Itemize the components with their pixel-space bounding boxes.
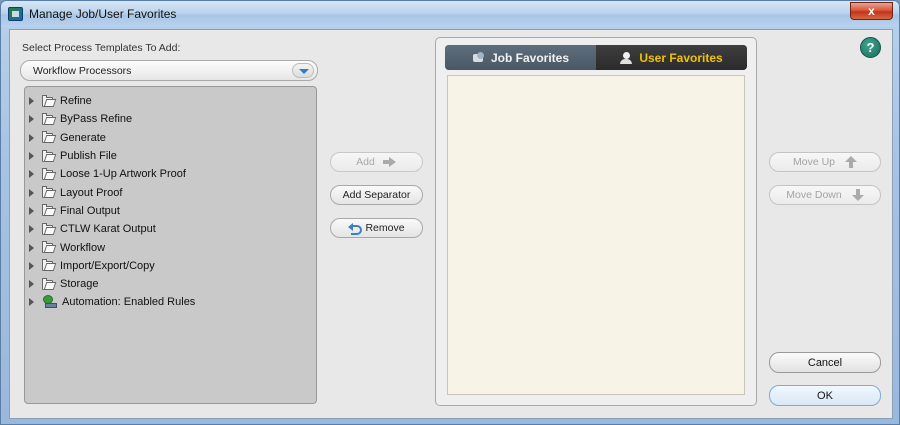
chevron-down-icon[interactable] [292, 63, 314, 78]
app-icon [8, 7, 23, 21]
tree-item-label: Storage [60, 278, 99, 291]
tab-user-favorites[interactable]: User Favorites [596, 45, 747, 70]
expand-arrow-icon[interactable] [29, 225, 34, 234]
move-up-button[interactable]: Move Up [769, 152, 881, 172]
expand-arrow-icon[interactable] [29, 261, 34, 270]
tree-item[interactable]: Import/Export/Copy [25, 257, 316, 275]
folder-icon [42, 259, 57, 272]
ok-label: OK [817, 389, 833, 402]
tree-item[interactable]: Final Output [25, 202, 316, 220]
user-icon [620, 51, 634, 64]
tree-item-label: Workflow [60, 241, 106, 254]
move-down-label: Move Down [786, 189, 842, 201]
arrow-up-icon [845, 156, 857, 168]
tree-item-label: Automation: Enabled Rules [62, 296, 196, 309]
tree-item[interactable]: Automation: Enabled Rules [25, 293, 316, 311]
tree-item-label: Generate [60, 131, 106, 144]
favorites-tabs: Job Favorites User Favorites [445, 45, 747, 70]
tree-item[interactable]: Workflow [25, 238, 316, 256]
expand-arrow-icon[interactable] [29, 115, 34, 124]
tree-item[interactable]: Storage [25, 275, 316, 293]
move-up-label: Move Up [792, 156, 835, 168]
expand-arrow-icon[interactable] [29, 298, 34, 307]
add-button[interactable]: Add [330, 152, 423, 172]
folder-icon [42, 204, 57, 217]
tree-item-label: Publish File [60, 150, 117, 163]
expand-arrow-icon[interactable] [29, 170, 34, 179]
tree-item[interactable]: Layout Proof [25, 183, 316, 201]
folder-icon [42, 222, 57, 235]
expand-arrow-icon[interactable] [29, 152, 34, 161]
tree-item[interactable]: Refine [25, 92, 316, 110]
tab-job-label: Job Favorites [490, 50, 570, 65]
favorites-list[interactable] [447, 75, 745, 395]
select-templates-label: Select Process Templates To Add: [22, 42, 181, 54]
expand-arrow-icon[interactable] [29, 206, 34, 215]
close-button[interactable]: x [850, 2, 893, 20]
tree-item[interactable]: Publish File [25, 147, 316, 165]
folder-icon [42, 186, 57, 199]
arrow-down-icon [851, 189, 864, 201]
tree-item-label: Layout Proof [60, 186, 123, 199]
tree-item-label: ByPass Refine [60, 113, 133, 126]
move-down-button[interactable]: Move Down [769, 185, 881, 205]
folder-icon [42, 94, 57, 107]
tree-item[interactable]: CTLW Karat Output [25, 220, 316, 238]
remove-button[interactable]: Remove [330, 218, 423, 238]
undo-arrow-icon [348, 223, 363, 235]
tab-job-favorites[interactable]: Job Favorites [445, 45, 596, 70]
tree-item-label: Final Output [60, 204, 120, 217]
process-template-tree[interactable]: Refine ByPass Refine Generate Publish File L… [24, 86, 317, 404]
folder-icon [42, 277, 57, 290]
folder-icon [42, 149, 57, 162]
window-title: Manage Job/User Favorites [29, 7, 177, 21]
process-type-dropdown[interactable]: Workflow Processors [20, 60, 318, 81]
folder-icon [42, 131, 57, 144]
tree-item-label: CTLW Karat Output [60, 223, 156, 236]
tree-item[interactable]: Loose 1-Up Artwork Proof [25, 165, 316, 183]
add-button-label: Add [356, 156, 375, 168]
cancel-label: Cancel [807, 356, 843, 369]
folder-icon [42, 112, 57, 125]
expand-arrow-icon[interactable] [29, 97, 34, 106]
tree-item-label: Import/Export/Copy [60, 259, 155, 272]
add-separator-label: Add Separator [342, 189, 411, 201]
tree-item-label: Loose 1-Up Artwork Proof [60, 168, 186, 181]
dialog-window: Manage Job/User Favorites x Select Proce… [0, 0, 900, 425]
tree-item[interactable]: Generate [25, 129, 316, 147]
dialog-content: Select Process Templates To Add: Workflo… [9, 29, 893, 419]
remove-button-label: Remove [365, 222, 405, 234]
dropdown-value: Workflow Processors [33, 65, 132, 77]
automation-icon [42, 295, 57, 309]
ok-button[interactable]: OK [769, 385, 881, 406]
tree-item-label: Refine [60, 95, 92, 108]
help-icon[interactable]: ? [860, 37, 881, 58]
tree-item[interactable]: ByPass Refine [25, 110, 316, 128]
favorites-panel: Job Favorites User Favorites [435, 37, 757, 406]
folder-icon [42, 241, 57, 254]
expand-arrow-icon[interactable] [29, 243, 34, 252]
expand-arrow-icon[interactable] [29, 188, 34, 197]
cancel-button[interactable]: Cancel [769, 352, 881, 373]
folder-icon [42, 167, 57, 180]
tab-user-label: User Favorites [639, 50, 723, 65]
expand-arrow-icon[interactable] [29, 133, 34, 142]
expand-arrow-icon[interactable] [29, 280, 34, 289]
add-separator-button[interactable]: Add Separator [330, 185, 423, 205]
title-bar[interactable]: Manage Job/User Favorites x [1, 1, 899, 27]
job-icon [472, 51, 486, 64]
arrow-right-icon [382, 157, 397, 167]
